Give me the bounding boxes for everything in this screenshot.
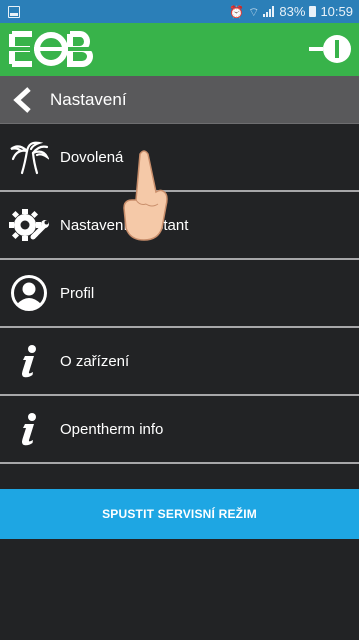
sim-icon [8, 5, 20, 18]
pointing-hand-icon [123, 150, 168, 241]
alarm-icon: ⏰ [229, 4, 245, 19]
menu-item-dovolena[interactable]: Dovolená [0, 124, 359, 192]
menu-item-nastaveni-konstant[interactable]: Nastavení konstant [0, 192, 359, 260]
clock: 10:59 [320, 4, 353, 19]
battery-percent: 83% [279, 4, 306, 19]
back-button[interactable] [6, 76, 40, 124]
service-mode-button[interactable]: SPUSTIT SERVISNÍ REŽIM [0, 489, 359, 539]
menu-item-label: O zařízení [60, 352, 130, 370]
palm-tree-icon [9, 137, 49, 177]
page-title: Nastavení [50, 89, 127, 109]
signal-icon [263, 6, 275, 17]
menu-item-profil[interactable]: Profil [0, 260, 359, 328]
user-circle-icon [9, 273, 49, 313]
app-bar [0, 23, 359, 76]
info-icon [9, 409, 49, 449]
menu-item-label: Opentherm info [60, 420, 164, 438]
menu-item-label: Profil [60, 284, 95, 302]
battery-icon [309, 6, 317, 17]
settings-menu: Dovolená Nastavení konstant Profil O zař… [0, 124, 359, 464]
menu-item-label: Dovolená [60, 148, 124, 166]
eob-logo [8, 31, 94, 67]
status-indicators: ⏰ ⌔ 83% 10:59 [229, 4, 353, 19]
menu-item-opentherm-info[interactable]: Opentherm info [0, 396, 359, 464]
power-plug-icon[interactable] [309, 34, 353, 64]
gear-wrench-icon [9, 205, 49, 245]
chevron-left-icon [13, 86, 31, 113]
status-bar: ⏰ ⌔ 83% 10:59 [0, 0, 359, 23]
info-icon [9, 341, 49, 381]
menu-item-o-zarizeni[interactable]: O zařízení [0, 328, 359, 396]
wifi-icon: ⌔ [248, 4, 260, 19]
navigation-bar: Nastavení [0, 76, 359, 124]
